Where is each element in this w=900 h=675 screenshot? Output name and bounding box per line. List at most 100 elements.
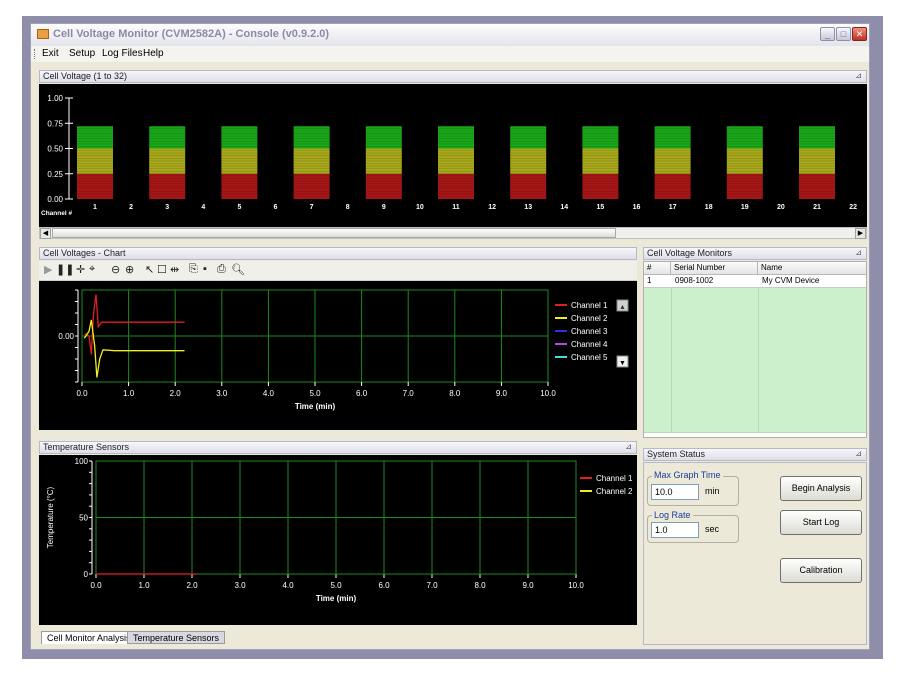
cell-voltages-line-chart: 0.0 1.0 2.0 3.0 4.0 5.0 6.0 7.0 8.0 9.0 10.0 0.00 Ti…	[39, 281, 637, 430]
cell-voltages-line-svg: 0.0 1.0 2.0 3.0 4.0 5.0 6.0 7.0 8.0 9.0 10.0 0.00 Ti…	[58, 289, 629, 411]
y-tick-label: 0.00	[58, 332, 74, 341]
log-rate-label: Log Rate	[652, 510, 693, 520]
minimize-button[interactable]: _	[820, 27, 835, 41]
legend-label: Channel 3	[571, 327, 608, 336]
bar-segment	[726, 126, 763, 149]
temperature-chart: 0.0 1.0 2.0 3.0 4.0 5.0 6.0 7.0 8.0 9.0 10.0 0 50 100…	[39, 455, 637, 625]
bar-segment	[799, 126, 835, 149]
legend-scroll-down-glyph: ▼	[619, 360, 626, 367]
zoom-in-icon[interactable]: ⊕	[125, 263, 134, 276]
scroll-left-icon[interactable]: ◀	[40, 228, 51, 239]
column-header-name[interactable]: Name	[758, 262, 866, 275]
scroll-right-icon[interactable]: ▶	[855, 228, 866, 239]
y-tick-label: 0.25	[47, 170, 63, 179]
log-rate-input[interactable]: 1.0	[651, 522, 699, 538]
maximize-button[interactable]: □	[836, 27, 851, 41]
x-tick-label: 1.0	[123, 389, 135, 398]
bar-segment	[293, 126, 330, 149]
print-icon[interactable]: ⎙	[217, 263, 226, 276]
menu-exit[interactable]: Exit	[42, 48, 59, 59]
max-graph-time-input[interactable]: 10.0	[651, 484, 699, 500]
zoom-box-icon[interactable]: ⌖	[89, 263, 95, 276]
scroll-thumb[interactable]	[52, 228, 616, 238]
x-tick-label: 5.0	[309, 389, 321, 398]
x-tick-label: 4.0	[282, 581, 294, 590]
pin-icon[interactable]: ⊿	[855, 248, 862, 257]
max-graph-time-label: Max Graph Time	[652, 470, 723, 480]
channel-label: 7	[310, 204, 314, 211]
pin-icon[interactable]: ⊿	[855, 449, 862, 458]
zoom-out-icon[interactable]: ⊖	[111, 263, 120, 276]
x-tick-label: 6.0	[356, 389, 368, 398]
bar-segment	[654, 126, 691, 149]
pointer-icon[interactable]: ↖	[145, 263, 154, 276]
y-axis-title: Temperature (°C)	[46, 486, 55, 548]
legend-label: Channel 1	[571, 301, 608, 310]
fit-width-icon[interactable]: ⇹	[170, 263, 179, 276]
monitors-panel-header: Cell Voltage Monitors ⊿	[643, 247, 867, 260]
cell-voltage-panel-header: Cell Voltage (1 to 32) ⊿	[39, 70, 867, 83]
x-axis-title: Time (min)	[316, 594, 357, 603]
bar-segment	[77, 126, 113, 149]
channel-label: 10	[416, 204, 424, 211]
x-tick-label: 9.0	[522, 581, 534, 590]
temperature-panel-title: Temperature Sensors	[43, 442, 130, 452]
legend-label: Channel 2	[596, 487, 633, 496]
title-bar[interactable]: Cell Voltage Monitor (CVM2582A) - Consol…	[31, 24, 869, 47]
channel-label: 2	[129, 204, 133, 211]
channel-label: 19	[741, 204, 749, 211]
x-tick-label: 7.0	[403, 389, 415, 398]
channel-label: 13	[524, 204, 532, 211]
voltage-horizontal-scrollbar[interactable]: ◀ ▶	[39, 227, 867, 239]
start-log-button[interactable]: Start Log	[780, 510, 862, 535]
legend-label: Channel 2	[571, 314, 608, 323]
channel-label: 15	[597, 204, 605, 211]
calibration-button[interactable]: Calibration	[780, 558, 862, 583]
x-tick-label: 4.0	[263, 389, 275, 398]
pin-icon[interactable]: ⊿	[855, 71, 862, 80]
x-tick-label: 3.0	[234, 581, 246, 590]
table-row[interactable]: 1 0908-1002 My CVM Device	[644, 275, 866, 288]
copy-icon[interactable]: ⎘	[189, 263, 198, 276]
empty-table-row	[644, 420, 866, 433]
select-box-icon[interactable]: ☐	[157, 263, 167, 276]
cell-voltages-chart-title: Cell Voltages - Chart	[43, 248, 126, 258]
legend-scroll-up-glyph: ▲	[619, 304, 626, 311]
status-panel-title: System Status	[647, 449, 706, 459]
x-tick-label: 0.0	[90, 581, 102, 590]
column-header-serial[interactable]: Serial Number	[671, 262, 758, 275]
pan-icon[interactable]: ✛	[76, 263, 85, 276]
y-tick-label: 1.00	[47, 94, 63, 103]
channel-label: 11	[452, 204, 460, 211]
close-button[interactable]: ✕	[852, 27, 867, 41]
tab-temperature-sensors[interactable]: Temperature Sensors	[127, 631, 226, 644]
temperature-line-svg: 0.0 1.0 2.0 3.0 4.0 5.0 6.0 7.0 8.0 9.0 10.0 0 50 100…	[46, 457, 633, 603]
play-icon[interactable]: ▶	[44, 263, 52, 276]
x-tick-label: 2.0	[186, 581, 198, 590]
channel-label: 20	[777, 204, 785, 211]
y-tick-label: 100	[75, 457, 89, 466]
save-icon[interactable]: ▪	[203, 263, 207, 275]
x-tick-label: 5.0	[330, 581, 342, 590]
bar-segment	[365, 126, 402, 149]
channel-label: 16	[633, 204, 641, 211]
x-tick-label: 8.0	[449, 389, 461, 398]
menu-help[interactable]: Help	[143, 48, 164, 59]
menu-setup[interactable]: Setup	[69, 48, 95, 59]
pause-icon[interactable]: ❚❚	[56, 263, 74, 276]
column-divider	[758, 420, 759, 433]
temperature-panel-header: Temperature Sensors ⊿	[39, 441, 637, 454]
column-header-number[interactable]: #	[644, 262, 671, 275]
channel-label: 1	[93, 204, 97, 211]
bar-segment	[510, 126, 547, 149]
pin-icon[interactable]: ⊿	[625, 442, 632, 451]
cell-voltage-bars: 0.000.250.500.751.00Channel #1 2 3 4 5 6 7 8 9 10…	[41, 94, 857, 217]
tab-cell-monitor-analysis[interactable]: Cell Monitor Analysis	[41, 631, 137, 644]
x-tick-label: 3.0	[216, 389, 228, 398]
print-preview-icon[interactable]: 🔍︎	[231, 263, 245, 276]
begin-analysis-button[interactable]: Begin Analysis	[780, 476, 862, 501]
x-tick-label: 10.0	[568, 581, 584, 590]
channel-label: 3	[165, 204, 169, 211]
app-icon	[37, 29, 49, 39]
menu-log-files[interactable]: Log Files	[102, 48, 143, 59]
